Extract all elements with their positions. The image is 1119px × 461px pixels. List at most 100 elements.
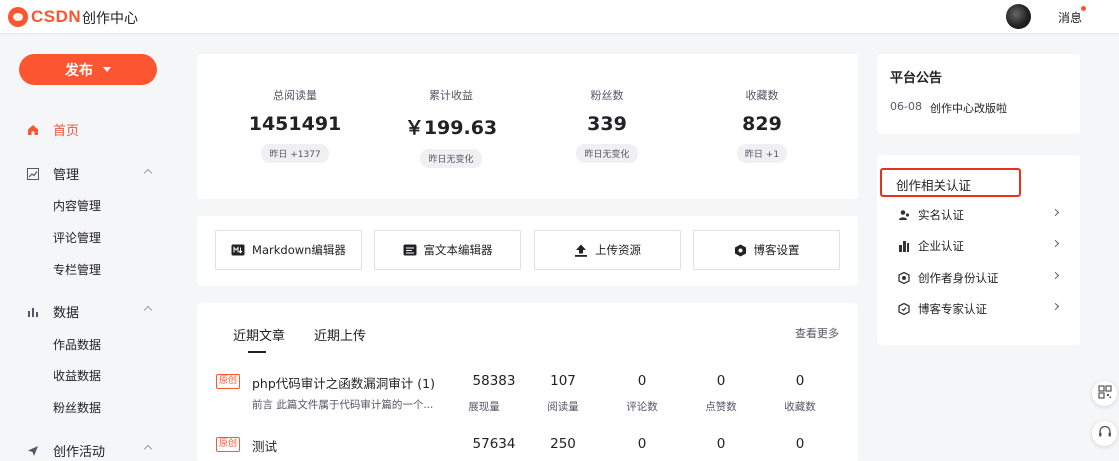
impressions-label: 展现量 [468, 401, 500, 413]
settings-hex-icon [734, 244, 747, 257]
nav-comment-manage[interactable]: 评论管理 [53, 229, 101, 246]
collapse-data-icon[interactable] [143, 305, 153, 315]
markdown-editor-button[interactable]: Markdown编辑器 [215, 230, 362, 270]
announcement-card [877, 54, 1080, 134]
chevron-right-icon [1051, 239, 1060, 248]
home-icon [27, 124, 39, 136]
cert-label: 企业认证 [918, 239, 964, 253]
upload-resource-button[interactable]: 上传资源 [534, 230, 681, 270]
cert-real-name[interactable]: 实名认证 [898, 207, 1060, 223]
rich-text-icon [403, 244, 417, 256]
stat-label: 累计收益 [429, 89, 473, 102]
stat-total-income[interactable]: 累计收益 ￥199.63 昨日无变化 [391, 54, 511, 168]
headset-icon [1098, 424, 1112, 443]
tool-label: 富文本编辑器 [423, 243, 493, 257]
qrcode-icon [1097, 384, 1112, 403]
cert-label: 博客专家认证 [918, 302, 987, 316]
original-tag: 原创 [216, 374, 241, 389]
user-group-icon [898, 209, 910, 221]
cert-creator-identity[interactable]: 创作者身份认证 [898, 270, 1060, 286]
reads-value: 250 [550, 436, 576, 452]
tab-recent-uploads[interactable]: 近期上传 [314, 325, 366, 344]
nav-manage-label: 管理 [53, 168, 80, 183]
likes-label: 点赞数 [705, 401, 737, 413]
view-more-link[interactable]: 查看更多 [795, 325, 839, 341]
stat-badge: 昨日无变化 [576, 144, 638, 163]
tools-card: Markdown编辑器 富文本编辑器 上传资源 博客设置 [197, 216, 858, 286]
collapse-activity-icon[interactable] [143, 444, 153, 454]
publish-button[interactable]: 发布 [19, 54, 157, 85]
tool-label: Markdown编辑器 [252, 243, 346, 257]
nav-works-data[interactable]: 作品数据 [53, 336, 101, 353]
stat-value: 829 [742, 113, 782, 135]
favorites-value: 0 [795, 436, 805, 452]
user-avatar[interactable] [1006, 4, 1031, 29]
top-bar: CSDN 创作中心 消息 [0, 0, 1119, 34]
stat-label: 收藏数 [745, 89, 779, 102]
stat-fans[interactable]: 粉丝数 339 昨日无变化 [547, 54, 667, 163]
logo-text: CSDN [31, 7, 82, 26]
favorites-value: 0 [795, 373, 805, 389]
stat-badge: 昨日 +1377 [261, 144, 329, 163]
nav-data[interactable]: 数据 [27, 302, 79, 321]
cert-label: 创作者身份认证 [918, 271, 999, 285]
messages-link[interactable]: 消息 [1058, 9, 1082, 26]
bar-chart-icon [27, 306, 39, 318]
comments-value: 0 [637, 436, 647, 452]
stat-value: ￥199.63 [404, 117, 498, 139]
stats-card: 总阅读量 1451491 昨日 +1377 累计收益 ￥199.63 昨日无变化… [197, 54, 858, 199]
chevron-down-icon [103, 67, 111, 72]
nav-column-manage[interactable]: 专栏管理 [53, 261, 101, 278]
blog-settings-button[interactable]: 博客设置 [693, 230, 840, 270]
nav-income-data[interactable]: 收益数据 [53, 367, 101, 384]
cert-blog-expert[interactable]: 博客专家认证 [898, 301, 1060, 317]
certification-title: 创作相关认证 [896, 178, 972, 193]
stat-label: 粉丝数 [590, 89, 624, 102]
tab-recent-articles[interactable]: 近期文章 [233, 325, 285, 344]
send-icon [27, 445, 39, 457]
likes-value: 0 [716, 436, 726, 452]
announcement-date: 06-08 [890, 100, 922, 113]
shield-icon [898, 272, 910, 284]
stat-value: 339 [587, 113, 627, 135]
article-desc: 前言 此篇文件属于代码审计篇的一个... [252, 399, 434, 411]
qrcode-button[interactable] [1092, 381, 1117, 406]
markdown-icon [231, 244, 245, 256]
tool-label: 上传资源 [595, 243, 641, 257]
announcement-link[interactable]: 创作中心改版啦 [930, 100, 1007, 116]
likes-value: 0 [716, 373, 726, 389]
collapse-manage-icon[interactable] [143, 168, 153, 178]
stat-badge: 昨日无变化 [420, 149, 482, 168]
original-tag: 原创 [216, 437, 241, 452]
announcement-title: 平台公告 [890, 71, 943, 86]
stat-total-reads[interactable]: 总阅读量 1451491 昨日 +1377 [235, 54, 355, 163]
cert-enterprise[interactable]: 企业认证 [898, 238, 1060, 254]
impressions-value: 57634 [472, 436, 516, 452]
nav-activity[interactable]: 创作活动 [27, 441, 105, 460]
cert-label: 实名认证 [918, 208, 964, 222]
comments-label: 评论数 [626, 401, 658, 413]
chevron-right-icon [1051, 302, 1060, 311]
nav-fans-data[interactable]: 粉丝数据 [53, 399, 101, 416]
article-title[interactable]: 测试 [252, 436, 277, 455]
csdn-logo[interactable]: CSDN [8, 6, 81, 28]
stat-value: 1451491 [248, 113, 342, 135]
publish-label: 发布 [65, 62, 93, 79]
nav-content-manage[interactable]: 内容管理 [53, 197, 101, 214]
nav-home-label: 首页 [53, 124, 80, 139]
upload-icon [574, 244, 588, 257]
nav-manage[interactable]: 管理 [27, 164, 79, 183]
building-icon [898, 240, 910, 252]
article-title[interactable]: php代码审计之函数漏洞审计 (1) [252, 373, 435, 392]
app-title: 创作中心 [82, 11, 138, 27]
reads-label: 阅读量 [547, 401, 579, 413]
unread-dot [1081, 6, 1086, 11]
chart-line-icon [27, 167, 39, 180]
nav-home[interactable]: 首页 [27, 120, 79, 139]
customer-service-button[interactable] [1092, 421, 1117, 446]
rich-text-editor-button[interactable]: 富文本编辑器 [374, 230, 521, 270]
logo-mascot-icon [8, 7, 28, 27]
stat-favorites[interactable]: 收藏数 829 昨日 +1 [702, 54, 822, 163]
active-tab-indicator [248, 351, 266, 353]
reads-value: 107 [550, 373, 576, 389]
